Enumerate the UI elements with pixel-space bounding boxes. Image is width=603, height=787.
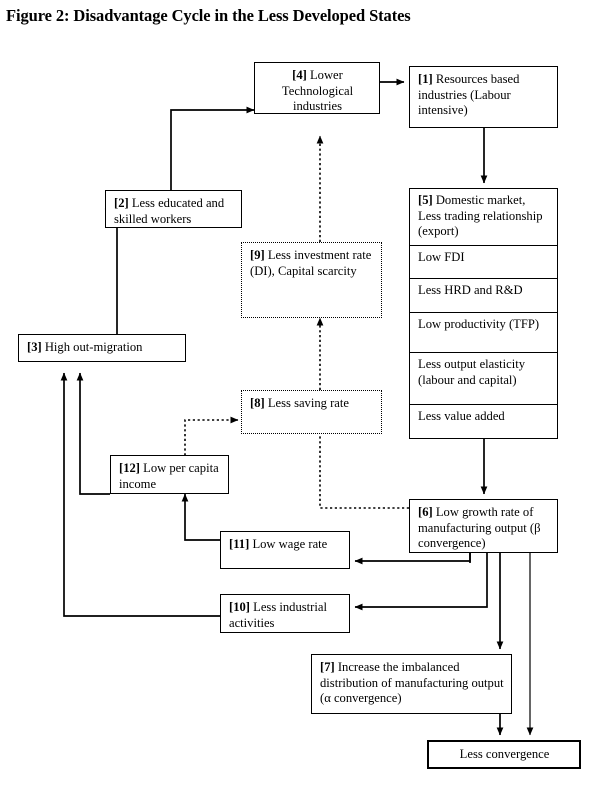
node-8-label: [8] Less saving rate [250,396,349,410]
node-2-less-educated-skilled-workers[interactable]: [2] Less educated and skilled workers [105,190,242,228]
node-9-less-investment-rate[interactable]: [9] Less investment rate (DI), Capital s… [241,242,382,318]
edge-12-to-3 [76,372,110,495]
node-11-low-wage-rate[interactable]: [11] Low wage rate [220,531,350,569]
node-3-high-out-migration[interactable]: [3] High out-migration [18,334,186,362]
stack-row-domestic-market: [5] Domestic market, Less trading relati… [410,189,557,246]
node-6-low-growth-rate[interactable]: [6] Low growth rate of manufacturing out… [409,499,558,553]
node-7-increase-imbalanced-distribution[interactable]: [7] Increase the imbalanced distribution… [311,654,512,714]
node-final-label: Less convergence [459,747,550,761]
stack-row-low-productivity: Low productivity (TFP) [410,313,557,353]
node-4-label: [4] Lower Technological industries [281,68,354,113]
node-3-label: [3] High out-migration [27,340,143,354]
stack-row-less-value-added: Less value added [418,409,505,423]
stack-row-less-hrd-rd: Less HRD and R&D [410,279,557,313]
edge-2-to-4 [170,106,255,190]
node-5-stack[interactable]: [5] Domestic market, Less trading relati… [409,188,558,439]
node-7-label: [7] Increase the imbalanced distribution… [320,660,504,705]
node-1-resources-based-industries[interactable]: [1] Resources based industries (Labour i… [409,66,558,128]
node-10-label: [10] Less industrial activities [229,600,327,630]
node-11-label: [11] Low wage rate [229,537,328,551]
edge-11-to-12 [181,493,220,541]
node-4-lower-technological-industries[interactable]: [4] Lower Technological industries [254,62,380,114]
node-12-low-per-capita-income[interactable]: [12] Low per capita income [110,455,229,494]
node-8-less-saving-rate[interactable]: [8] Less saving rate [241,390,382,434]
edge-6-to-8 [316,423,409,509]
figure-canvas: Figure 2: Disadvantage Cycle in the Less… [0,0,603,787]
node-final-less-convergence[interactable]: Less convergence [427,740,581,769]
node-9-label: [9] Less investment rate (DI), Capital s… [250,248,372,278]
node-1-label: [1] Resources based industries (Labour i… [418,72,520,117]
edge-6-to-11-main [354,553,471,565]
node-6-label: [6] Low growth rate of manufacturing out… [418,505,541,550]
node-10-less-industrial-activities[interactable]: [10] Less industrial activities [220,594,350,633]
stack-row-less-output-elasticity: Less output elasticity (labour and capit… [410,353,557,405]
stack-row-low-fdi: Low FDI [410,246,557,279]
node-12-label: [12] Low per capita income [119,461,219,491]
node-2-label: [2] Less educated and skilled workers [114,196,225,226]
